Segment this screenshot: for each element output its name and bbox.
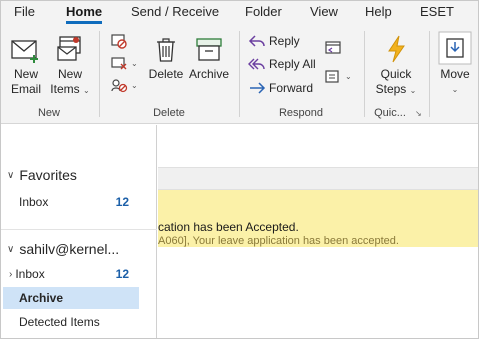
group-label-respond: Respond (278, 107, 324, 119)
quick-steps-label-row: Steps ⌄ (373, 82, 419, 98)
menu-bar: File Home Send / Receive Folder View Hel… (1, 1, 478, 25)
folder-item-detected-items[interactable]: Detected Items (3, 311, 139, 333)
group-divider (99, 31, 100, 117)
ribbon: New Email New Items ⌄ New ⌄ ⌄ Delete Arc… (1, 25, 478, 124)
favorites-title: Favorites (19, 167, 77, 183)
delete-button[interactable]: Delete (147, 33, 185, 82)
dialog-launcher-icon[interactable]: ↘ (415, 109, 422, 118)
tab-home[interactable]: Home (66, 4, 103, 24)
archive-button[interactable]: Archive (187, 33, 231, 82)
message-row[interactable]: cation has been Accepted. A060], Your le… (158, 190, 478, 247)
group-divider (364, 31, 365, 117)
folder-label: Inbox (19, 195, 49, 209)
chevron-down-icon: ∨ (7, 243, 15, 255)
new-items-label-1: New (57, 67, 82, 81)
delete-label: Delete (148, 67, 184, 81)
new-items-button[interactable]: New Items ⌄ (49, 33, 91, 98)
folder-item-favorites-inbox[interactable]: Inbox 12 (3, 191, 139, 213)
trash-icon (157, 38, 175, 62)
move-label: Move (440, 67, 470, 81)
new-items-icon (57, 36, 81, 61)
folder-item-archive[interactable]: Archive (3, 287, 139, 309)
new-email-label-2: Email (10, 82, 41, 96)
chevron-down-icon: ⌄ (409, 86, 417, 95)
clean-up-button[interactable]: ⌄ (110, 55, 138, 71)
chevron-down-icon: ⌄ (345, 71, 352, 81)
account-header[interactable]: ∨ sahilv@kernel... (7, 241, 119, 257)
chevron-right-icon[interactable]: › (9, 269, 12, 280)
outlook-window: File Home Send / Receive Folder View Hel… (0, 0, 479, 339)
new-email-icon (11, 40, 38, 63)
message-preview: A060], Your leave application has been a… (158, 235, 399, 247)
ignore-icon (111, 34, 127, 49)
quick-steps-button[interactable]: Quick Steps ⌄ (373, 33, 419, 98)
favorites-header[interactable]: ∨ Favorites (7, 167, 77, 183)
tab-help[interactable]: Help (365, 4, 392, 19)
tab-file[interactable]: File (14, 4, 35, 19)
ignore-button[interactable] (110, 33, 131, 49)
group-label-quick-steps: Quic... (374, 107, 406, 119)
tab-send-receive[interactable]: Send / Receive (131, 4, 219, 19)
reply-all-button[interactable]: Reply All (248, 56, 316, 72)
folder-label: Detected Items (19, 315, 100, 329)
forward-label: Forward (269, 81, 314, 95)
group-divider (429, 31, 430, 117)
tab-eset[interactable]: ESET (420, 4, 454, 19)
reply-all-label: Reply All (269, 57, 316, 71)
quick-steps-label-2: Steps (375, 82, 407, 96)
more-respond-button[interactable]: ⌄ (324, 68, 352, 84)
group-divider (239, 31, 240, 117)
reply-label: Reply (269, 34, 300, 48)
chevron-down-icon: ⌄ (451, 85, 459, 94)
calendar-reply-icon (325, 41, 341, 54)
archive-icon (196, 38, 222, 61)
folder-label: Archive (19, 291, 64, 305)
group-label-delete: Delete (153, 107, 185, 119)
meeting-button[interactable] (324, 39, 345, 55)
new-email-label-1: New (13, 67, 38, 81)
tab-view[interactable]: View (310, 4, 338, 19)
new-items-label-row: Items ⌄ (49, 82, 91, 98)
message-list: cation has been Accepted. A060], Your le… (158, 125, 478, 338)
message-list-header (158, 167, 478, 190)
chevron-down-icon: ⌄ (131, 58, 138, 68)
archive-label: Archive (188, 67, 229, 81)
new-email-button[interactable]: New Email (7, 33, 45, 97)
lightning-bolt-icon (388, 35, 405, 63)
divider (1, 229, 157, 230)
more-respond-icon (325, 70, 339, 83)
chevron-down-icon: ⌄ (82, 86, 90, 95)
group-label-new: New (37, 107, 60, 119)
folder-label: Inbox (15, 267, 45, 281)
reply-button[interactable]: Reply (248, 33, 300, 49)
reply-icon (248, 35, 265, 47)
chevron-down-icon: ⌄ (131, 80, 138, 90)
move-button[interactable]: Move ⌄ (436, 31, 474, 97)
forward-button[interactable]: Forward (248, 80, 313, 96)
quick-steps-label-1: Quick (380, 67, 412, 81)
junk-icon (111, 79, 128, 93)
account-name: sahilv@kernel... (19, 241, 120, 257)
folder-item-inbox[interactable]: › Inbox 12 (3, 263, 139, 285)
new-items-label-2: Items (50, 82, 80, 96)
unread-count: 12 (115, 267, 129, 281)
junk-button[interactable]: ⌄ (110, 77, 138, 93)
reply-all-icon (248, 58, 265, 70)
tab-folder[interactable]: Folder (245, 4, 282, 19)
message-subject: cation has been Accepted. (158, 220, 299, 234)
folder-pane: ∨ Favorites Inbox 12 ∨ sahilv@kernel... … (1, 125, 157, 338)
forward-arrow-icon (250, 82, 266, 94)
move-to-folder-icon (438, 31, 472, 65)
unread-count: 12 (115, 195, 129, 209)
chevron-down-icon: ∨ (7, 169, 15, 181)
clean-up-icon (111, 57, 127, 70)
